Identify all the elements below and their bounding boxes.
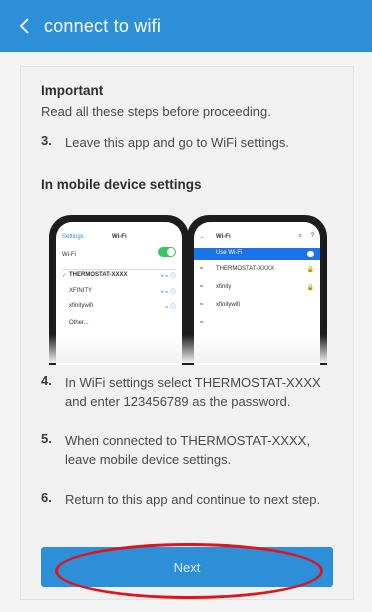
ios-screen-title: Wi-Fi [112, 234, 127, 240]
wifi-switch [307, 251, 314, 257]
info-icon: ≈ ⓘ [165, 305, 176, 311]
checkmark-icon: ✓ [62, 273, 68, 279]
back-button[interactable] [14, 16, 34, 36]
page-title: connect to wifi [44, 15, 162, 36]
important-heading: Important [41, 83, 104, 98]
ios-wifi-label: Wi-Fi [62, 252, 76, 258]
step-text: In WiFi settings select THERMOSTAT-XXXX … [65, 375, 321, 409]
illustration-fade [21, 335, 353, 363]
info-icon: • ≈ ⓘ [161, 274, 176, 280]
instructions-card: Important Read all these steps before pr… [20, 66, 354, 600]
step-4: 4. In WiFi settings select THERMOSTAT-XX… [41, 373, 341, 411]
section-title: In mobile device settings [41, 177, 202, 192]
android-screen-title: Wi-Fi [216, 234, 231, 240]
next-button[interactable]: Next [41, 547, 333, 587]
step-number: 5. [41, 431, 52, 446]
wifi-icon: ≈ [200, 302, 204, 308]
step-6: 6. Return to this app and continue to ne… [41, 490, 341, 509]
info-icon: • ≈ ⓘ [161, 290, 176, 296]
step-text: Return to this app and continue to next … [65, 492, 321, 507]
intro-text: Read all these steps before proceeding. [41, 104, 271, 119]
phone-illustrations: Settings Wi-Fi Wi-Fi ✓ THERMOSTAT-XXXX •… [21, 215, 353, 365]
step-number: 4. [41, 373, 52, 388]
ios-network-other: Other... [69, 320, 89, 326]
step-number: 6. [41, 490, 52, 505]
ios-network-thermostat: THERMOSTAT-XXXX [69, 272, 128, 278]
help-icon: ? [310, 233, 314, 239]
android-network-xfinity: xfinity [216, 284, 232, 290]
use-wifi-label: Use Wi-Fi [216, 250, 243, 256]
wifi-icon: ≈ [200, 284, 204, 290]
step-text: When connected to THERMOSTAT-XXXX, leave… [65, 433, 310, 467]
use-wifi-bar: Use Wi-Fi [194, 248, 320, 260]
android-network-thermostat: THERMOSTAT-XXXX [216, 266, 275, 272]
step-text: Leave this app and go to WiFi settings. [65, 135, 290, 150]
wifi-toggle [158, 247, 176, 257]
android-network-xfinitywifi: xfinitywifi [216, 302, 241, 308]
ios-network-xfinity: XFINITY [69, 288, 93, 294]
app-header: connect to wifi [0, 0, 372, 52]
wifi-icon: ≈ [200, 320, 204, 326]
wifi-icon: ≈ [200, 266, 204, 272]
chevron-left-icon [19, 18, 29, 34]
step-number: 3. [41, 133, 52, 148]
step-3: 3. Leave this app and go to WiFi setting… [41, 133, 341, 152]
search-icon: ⌕ [298, 233, 302, 239]
ios-network-xfinitywifi: xfinitywifi [69, 303, 94, 309]
ios-back-link: Settings [62, 234, 84, 240]
lock-icon: 🔒 [306, 267, 314, 273]
arrow-left-icon: ← [200, 234, 206, 240]
step-5: 5. When connected to THERMOSTAT-XXXX, le… [41, 431, 341, 469]
lock-icon: 🔒 [306, 285, 314, 291]
